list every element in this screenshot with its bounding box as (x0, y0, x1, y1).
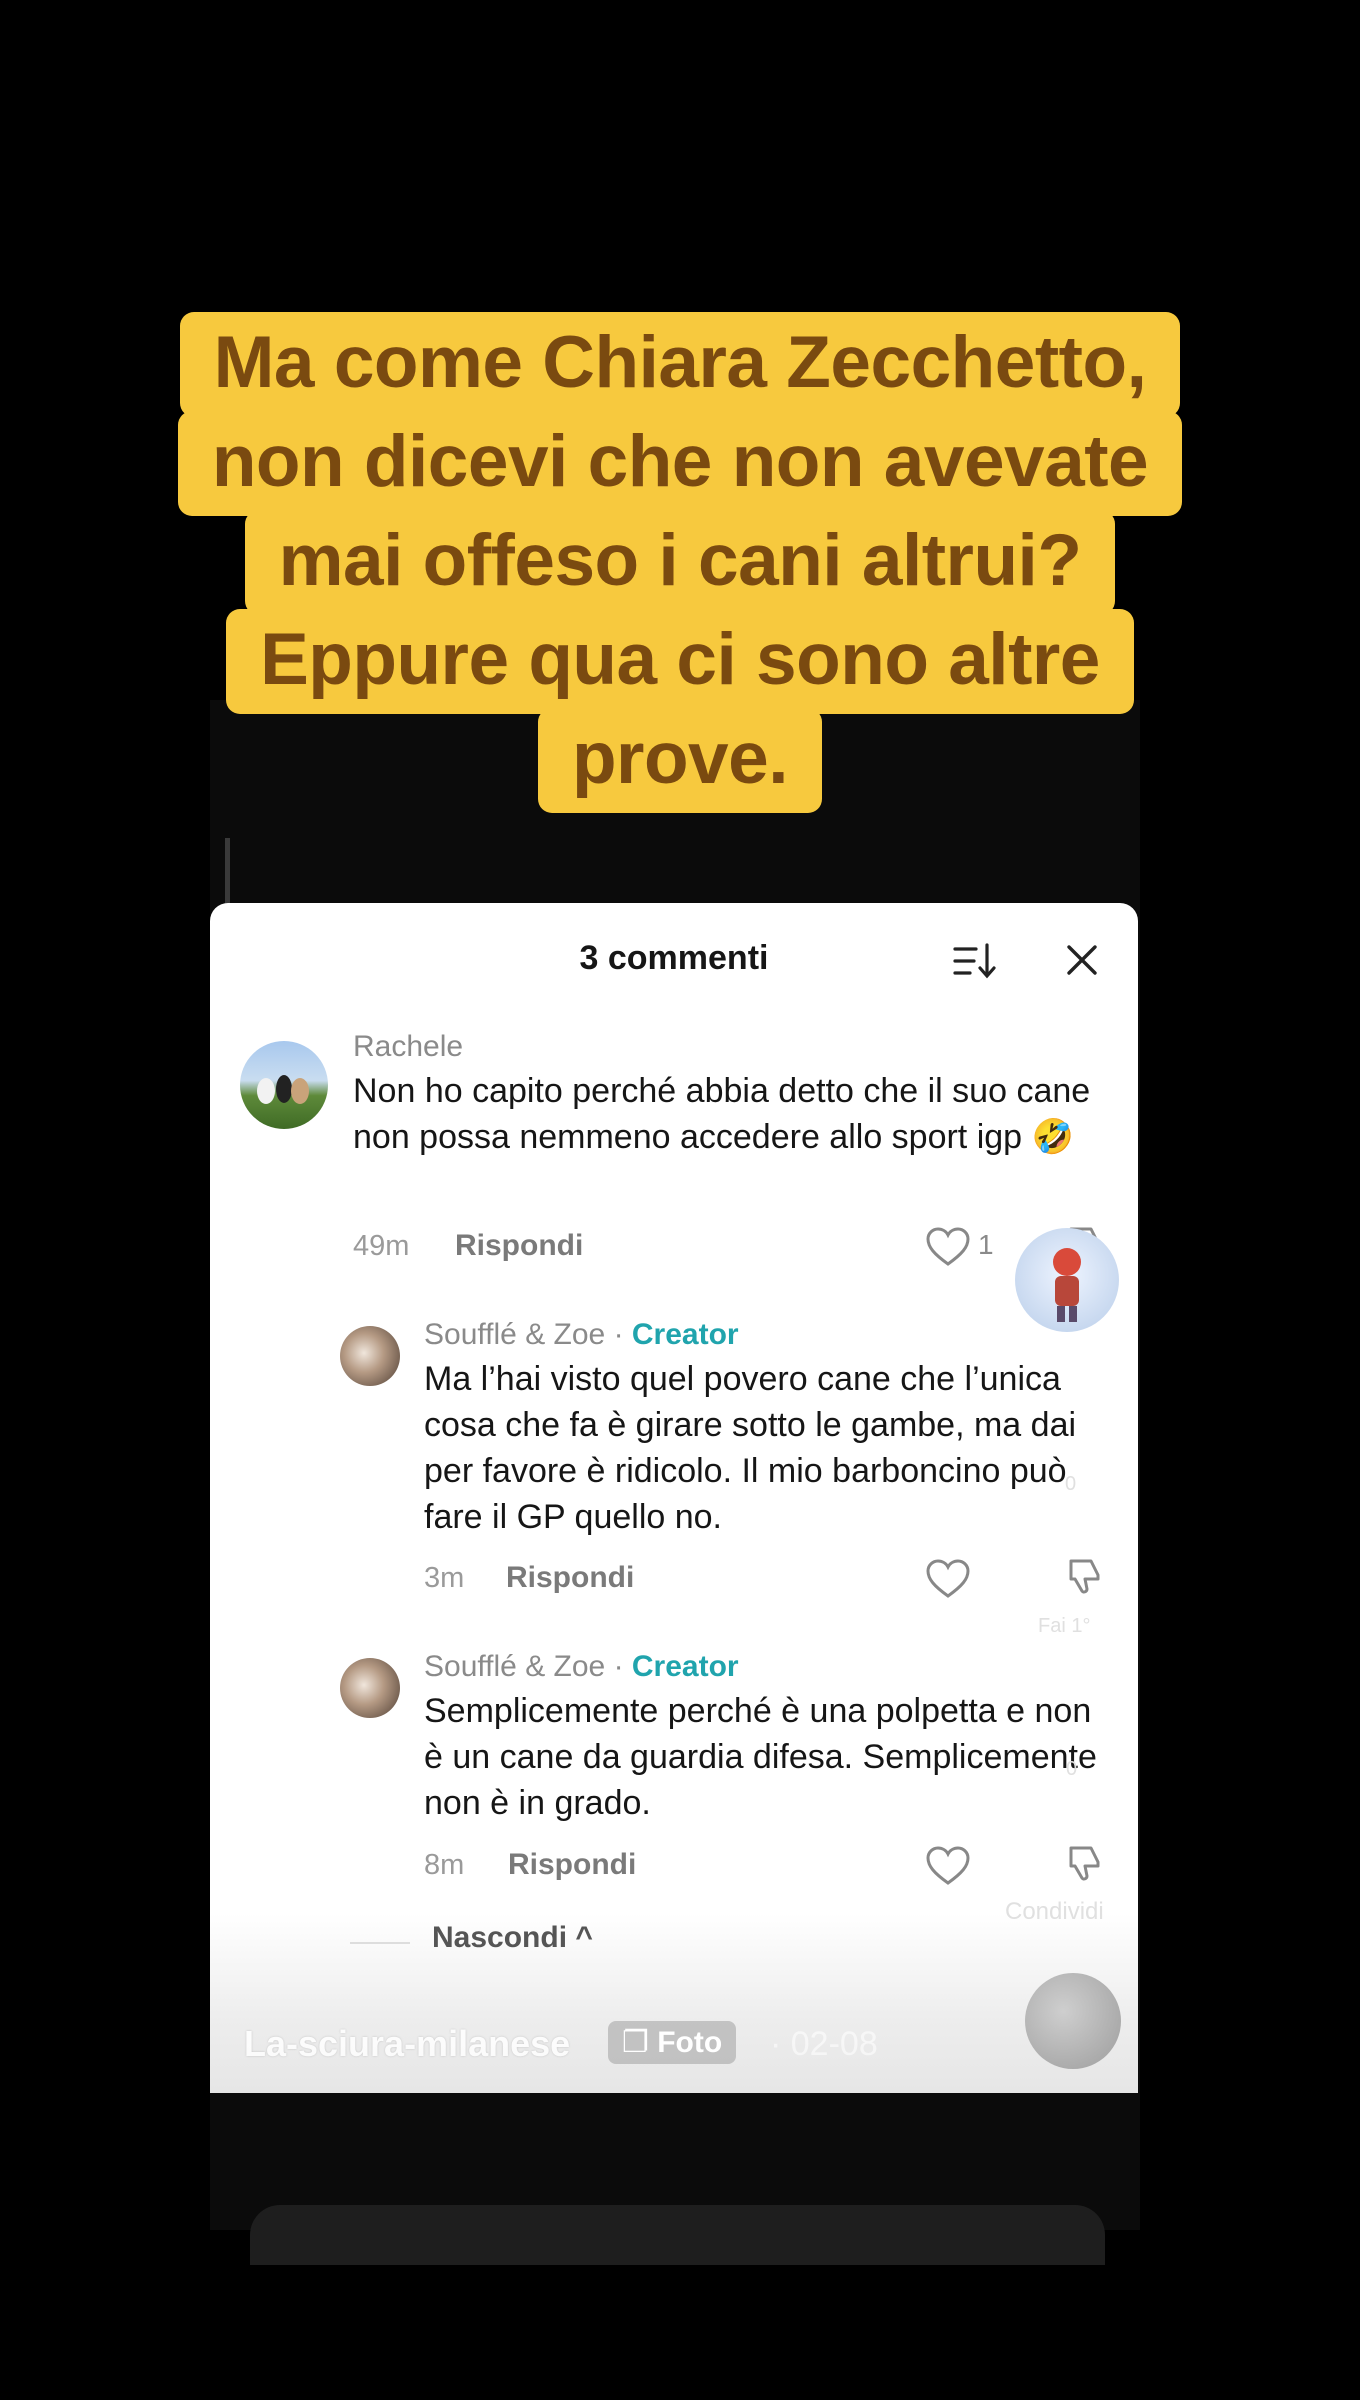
dislike-icon[interactable] (1065, 1555, 1107, 1597)
dislike-icon[interactable] (1065, 1842, 1107, 1884)
post-date: · 02-08 (770, 2025, 878, 2063)
background-bottom-bar (250, 2205, 1105, 2265)
cartoon-avatar-icon (1053, 1248, 1081, 1322)
creator-label: Creator (631, 1650, 739, 1683)
photo-badge: ❐ Foto (608, 2021, 737, 2064)
reply-button[interactable]: Rispondi (455, 1229, 583, 1263)
bottom-fade (210, 1913, 1138, 2093)
comment-text: Semplicemente perché è una polpetta e no… (424, 1692, 1097, 1822)
faint-comment-count: 0 (1066, 1758, 1078, 1780)
caption-line: Eppure qua ci sono altre (226, 609, 1134, 714)
caption-overlay: Ma come Chiara Zecchetto, non dicevi che… (0, 312, 1360, 813)
caption-line: Ma come Chiara Zecchetto, (179, 312, 1181, 417)
caption-line: non dicevi che non avevate (177, 411, 1183, 516)
heart-icon[interactable] (926, 1846, 970, 1886)
heart-icon[interactable] (926, 1227, 970, 1267)
comments-panel: 3 commenti Rachele Non ho capito perché … (210, 903, 1138, 2093)
caption-line: mai offeso i cani altrui? (244, 510, 1116, 615)
avatar[interactable] (240, 1041, 328, 1129)
comment-text: Non ho capito perché abbia detto che il … (353, 1072, 1091, 1156)
close-icon[interactable] (1065, 943, 1099, 977)
faint-pin-label: Fai 1° (1038, 1615, 1091, 1637)
faint-like-count: 0 (1065, 1473, 1077, 1495)
music-disc-icon[interactable] (1025, 1973, 1121, 2069)
heart-icon[interactable] (926, 1559, 970, 1599)
caption-line: prove. (537, 708, 823, 813)
side-avatar[interactable] (1015, 1228, 1119, 1332)
comment-time: 49m (353, 1230, 410, 1262)
reply-button[interactable]: Rispondi (506, 1561, 634, 1595)
background-element (225, 838, 230, 913)
dogs-image (257, 1075, 309, 1104)
like-count: 1 (978, 1229, 994, 1260)
comment-text: Ma l’hai visto quel povero cane che l’un… (424, 1360, 1077, 1536)
comment-time: 8m (424, 1849, 465, 1881)
hide-replies-button[interactable]: Nascondi ^ (432, 1921, 593, 1955)
sort-icon[interactable] (952, 941, 998, 981)
creator-label: Creator (631, 1318, 739, 1351)
divider (350, 1942, 410, 1944)
comment-username[interactable]: Soufflé & Zoe · Creator (424, 1650, 739, 1684)
author-name[interactable]: La-sciura-milanese (244, 2023, 570, 2065)
comment-username[interactable]: Rachele (353, 1030, 463, 1064)
comment-time: 3m (424, 1562, 465, 1594)
comment-username[interactable]: Soufflé & Zoe · Creator (424, 1318, 739, 1352)
avatar[interactable] (340, 1326, 400, 1386)
reply-button[interactable]: Rispondi (508, 1848, 636, 1882)
panel-title: 3 commenti (579, 939, 769, 977)
avatar[interactable] (340, 1658, 400, 1718)
faint-share-label: Condividi (1005, 1898, 1104, 1925)
